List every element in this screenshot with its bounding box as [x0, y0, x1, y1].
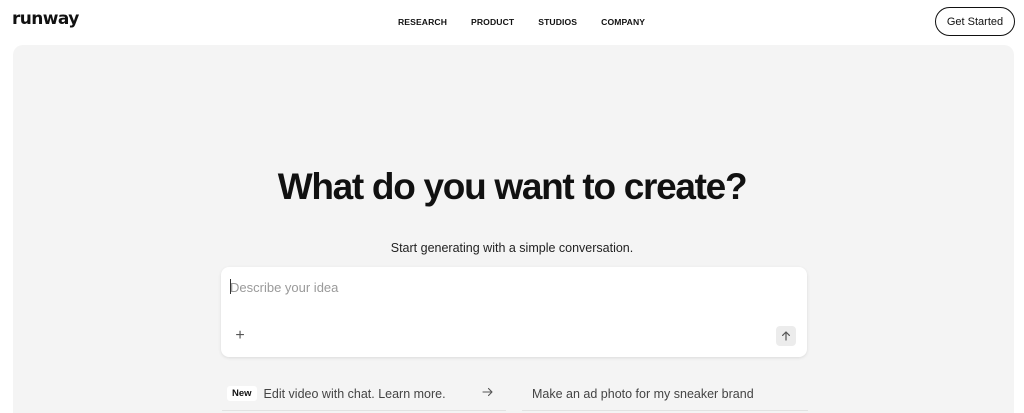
send-button[interactable] [776, 326, 796, 346]
top-navigation-bar: runway RESEARCH PRODUCT STUDIOS COMPANY … [0, 0, 1024, 44]
nav-item-studios[interactable]: STUDIOS [538, 17, 577, 27]
hero-panel [13, 45, 1014, 413]
hero-headline: What do you want to create? [277, 166, 748, 207]
suggestion-edit-video[interactable]: New Edit video with chat. Learn more. [222, 374, 506, 413]
hero-subheadline: Start generating with a simple conversat… [390, 241, 634, 255]
plus-icon[interactable]: + [233, 328, 247, 344]
new-badge: New [227, 386, 257, 401]
main-nav: RESEARCH PRODUCT STUDIOS COMPANY [398, 17, 669, 27]
suggestion-text: Make an ad photo for my sneaker brand [532, 386, 754, 401]
text-caret [230, 279, 231, 294]
prompt-input[interactable] [230, 277, 790, 297]
suggestion-divider [222, 410, 506, 411]
nav-item-company[interactable]: COMPANY [601, 17, 645, 27]
get-started-button[interactable]: Get Started [935, 7, 1015, 36]
arrow-right-icon [482, 387, 493, 397]
suggestion-divider [522, 410, 808, 411]
suggestion-ad-photo[interactable]: Make an ad photo for my sneaker brand [522, 374, 808, 413]
runway-logo[interactable]: runway [12, 9, 79, 29]
suggestion-text: Edit video with chat. Learn more. [263, 386, 446, 401]
nav-item-research[interactable]: RESEARCH [398, 17, 447, 27]
nav-item-product[interactable]: PRODUCT [471, 17, 514, 27]
arrow-up-icon [782, 331, 790, 341]
prompt-composer: + [221, 267, 807, 357]
